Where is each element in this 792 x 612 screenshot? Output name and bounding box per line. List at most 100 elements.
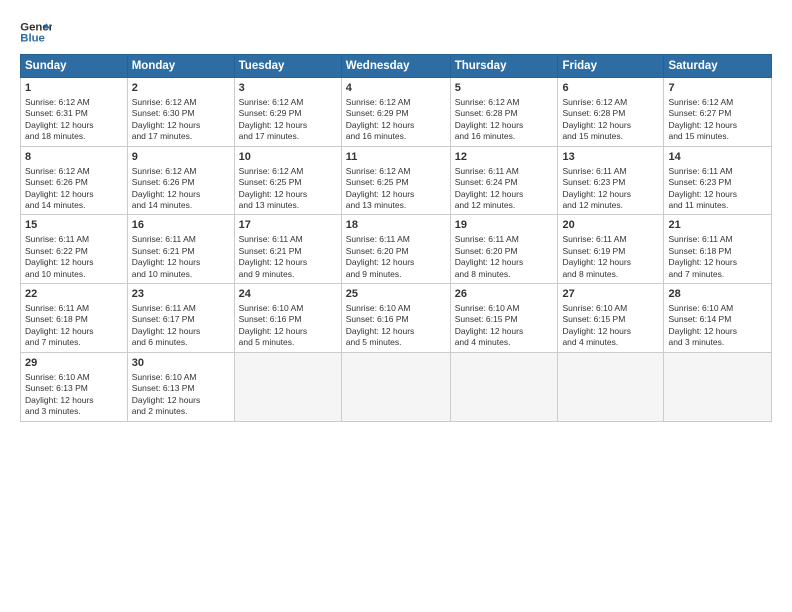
day-info-line: Sunrise: 6:11 AM [25, 234, 123, 245]
calendar-cell: 10Sunrise: 6:12 AMSunset: 6:25 PMDayligh… [234, 146, 341, 215]
calendar-cell: 13Sunrise: 6:11 AMSunset: 6:23 PMDayligh… [558, 146, 664, 215]
calendar-cell [234, 352, 341, 421]
day-info-line: Daylight: 12 hours [239, 326, 337, 337]
day-info-line: Sunset: 6:25 PM [346, 177, 446, 188]
day-number: 6 [562, 81, 659, 96]
day-info-line: and 8 minutes. [562, 269, 659, 280]
day-info-line: and 13 minutes. [346, 200, 446, 211]
day-info-line: Sunrise: 6:11 AM [239, 234, 337, 245]
day-info-line: Sunset: 6:28 PM [455, 108, 554, 119]
day-number: 30 [132, 356, 230, 371]
header: General Blue [20, 18, 772, 46]
day-number: 26 [455, 287, 554, 302]
weekday-header-sunday: Sunday [21, 55, 128, 78]
day-info-line: and 16 minutes. [346, 131, 446, 142]
logo-icon: General Blue [20, 18, 52, 46]
day-info-line: Sunset: 6:21 PM [132, 246, 230, 257]
day-info-line: Sunrise: 6:10 AM [25, 372, 123, 383]
day-info-line: Sunset: 6:14 PM [668, 314, 767, 325]
day-info-line: Sunset: 6:22 PM [25, 246, 123, 257]
day-info-line: and 16 minutes. [455, 131, 554, 142]
calendar-week-3: 15Sunrise: 6:11 AMSunset: 6:22 PMDayligh… [21, 215, 772, 284]
calendar-week-1: 1Sunrise: 6:12 AMSunset: 6:31 PMDaylight… [21, 78, 772, 147]
day-info-line: Sunset: 6:20 PM [455, 246, 554, 257]
calendar-cell: 8Sunrise: 6:12 AMSunset: 6:26 PMDaylight… [21, 146, 128, 215]
day-info-line: Sunrise: 6:10 AM [239, 303, 337, 314]
calendar-cell: 22Sunrise: 6:11 AMSunset: 6:18 PMDayligh… [21, 284, 128, 353]
day-number: 16 [132, 218, 230, 233]
day-info-line: Sunrise: 6:11 AM [562, 234, 659, 245]
day-info-line: and 3 minutes. [25, 406, 123, 417]
day-info-line: and 18 minutes. [25, 131, 123, 142]
calendar-body: 1Sunrise: 6:12 AMSunset: 6:31 PMDaylight… [21, 78, 772, 422]
logo: General Blue [20, 18, 52, 46]
calendar-cell: 19Sunrise: 6:11 AMSunset: 6:20 PMDayligh… [450, 215, 558, 284]
day-info-line: Sunset: 6:18 PM [25, 314, 123, 325]
day-info-line: Daylight: 12 hours [668, 120, 767, 131]
day-info-line: Daylight: 12 hours [455, 257, 554, 268]
day-info-line: Daylight: 12 hours [239, 257, 337, 268]
day-info-line: Sunset: 6:25 PM [239, 177, 337, 188]
day-info-line: Daylight: 12 hours [346, 257, 446, 268]
svg-text:Blue: Blue [20, 33, 45, 45]
day-info-line: Sunrise: 6:12 AM [668, 97, 767, 108]
day-info-line: Sunrise: 6:10 AM [346, 303, 446, 314]
day-info-line: Sunset: 6:18 PM [668, 246, 767, 257]
weekday-header-wednesday: Wednesday [341, 55, 450, 78]
day-info-line: and 12 minutes. [455, 200, 554, 211]
day-number: 2 [132, 81, 230, 96]
day-info-line: Daylight: 12 hours [455, 189, 554, 200]
day-info-line: Sunset: 6:16 PM [239, 314, 337, 325]
calendar-cell: 16Sunrise: 6:11 AMSunset: 6:21 PMDayligh… [127, 215, 234, 284]
calendar-cell: 17Sunrise: 6:11 AMSunset: 6:21 PMDayligh… [234, 215, 341, 284]
day-info-line: and 7 minutes. [25, 337, 123, 348]
day-info-line: Daylight: 12 hours [25, 189, 123, 200]
day-info-line: Daylight: 12 hours [132, 395, 230, 406]
day-info-line: and 3 minutes. [668, 337, 767, 348]
calendar-cell: 3Sunrise: 6:12 AMSunset: 6:29 PMDaylight… [234, 78, 341, 147]
day-info-line: Sunrise: 6:11 AM [562, 166, 659, 177]
day-info-line: Sunset: 6:16 PM [346, 314, 446, 325]
day-info-line: Daylight: 12 hours [132, 257, 230, 268]
calendar-cell: 7Sunrise: 6:12 AMSunset: 6:27 PMDaylight… [664, 78, 772, 147]
day-info-line: and 9 minutes. [239, 269, 337, 280]
day-number: 23 [132, 287, 230, 302]
day-info-line: Daylight: 12 hours [346, 120, 446, 131]
day-info-line: Daylight: 12 hours [25, 257, 123, 268]
day-info-line: and 17 minutes. [239, 131, 337, 142]
calendar-cell: 4Sunrise: 6:12 AMSunset: 6:29 PMDaylight… [341, 78, 450, 147]
day-info-line: Sunset: 6:26 PM [25, 177, 123, 188]
day-info-line: Daylight: 12 hours [668, 326, 767, 337]
calendar-cell: 2Sunrise: 6:12 AMSunset: 6:30 PMDaylight… [127, 78, 234, 147]
day-number: 27 [562, 287, 659, 302]
day-number: 19 [455, 218, 554, 233]
day-info-line: Daylight: 12 hours [562, 326, 659, 337]
day-info-line: Sunset: 6:30 PM [132, 108, 230, 119]
day-info-line: Sunrise: 6:10 AM [132, 372, 230, 383]
weekday-header-monday: Monday [127, 55, 234, 78]
calendar-week-2: 8Sunrise: 6:12 AMSunset: 6:26 PMDaylight… [21, 146, 772, 215]
day-info-line: Sunrise: 6:10 AM [455, 303, 554, 314]
day-info-line: Sunrise: 6:11 AM [132, 234, 230, 245]
day-info-line: and 10 minutes. [25, 269, 123, 280]
day-number: 29 [25, 356, 123, 371]
day-info-line: and 5 minutes. [346, 337, 446, 348]
calendar-cell: 15Sunrise: 6:11 AMSunset: 6:22 PMDayligh… [21, 215, 128, 284]
calendar-cell: 30Sunrise: 6:10 AMSunset: 6:13 PMDayligh… [127, 352, 234, 421]
calendar-week-4: 22Sunrise: 6:11 AMSunset: 6:18 PMDayligh… [21, 284, 772, 353]
day-info-line: Sunset: 6:15 PM [562, 314, 659, 325]
day-number: 4 [346, 81, 446, 96]
day-info-line: Daylight: 12 hours [562, 120, 659, 131]
day-info-line: and 2 minutes. [132, 406, 230, 417]
day-number: 5 [455, 81, 554, 96]
day-info-line: Sunset: 6:31 PM [25, 108, 123, 119]
day-info-line: Sunrise: 6:12 AM [132, 97, 230, 108]
day-info-line: Daylight: 12 hours [668, 257, 767, 268]
page: General Blue SundayMondayTuesdayWednesda… [0, 0, 792, 612]
day-number: 13 [562, 150, 659, 165]
calendar-cell: 1Sunrise: 6:12 AMSunset: 6:31 PMDaylight… [21, 78, 128, 147]
day-number: 25 [346, 287, 446, 302]
day-info-line: Daylight: 12 hours [562, 257, 659, 268]
day-info-line: Daylight: 12 hours [132, 120, 230, 131]
day-info-line: Sunset: 6:28 PM [562, 108, 659, 119]
